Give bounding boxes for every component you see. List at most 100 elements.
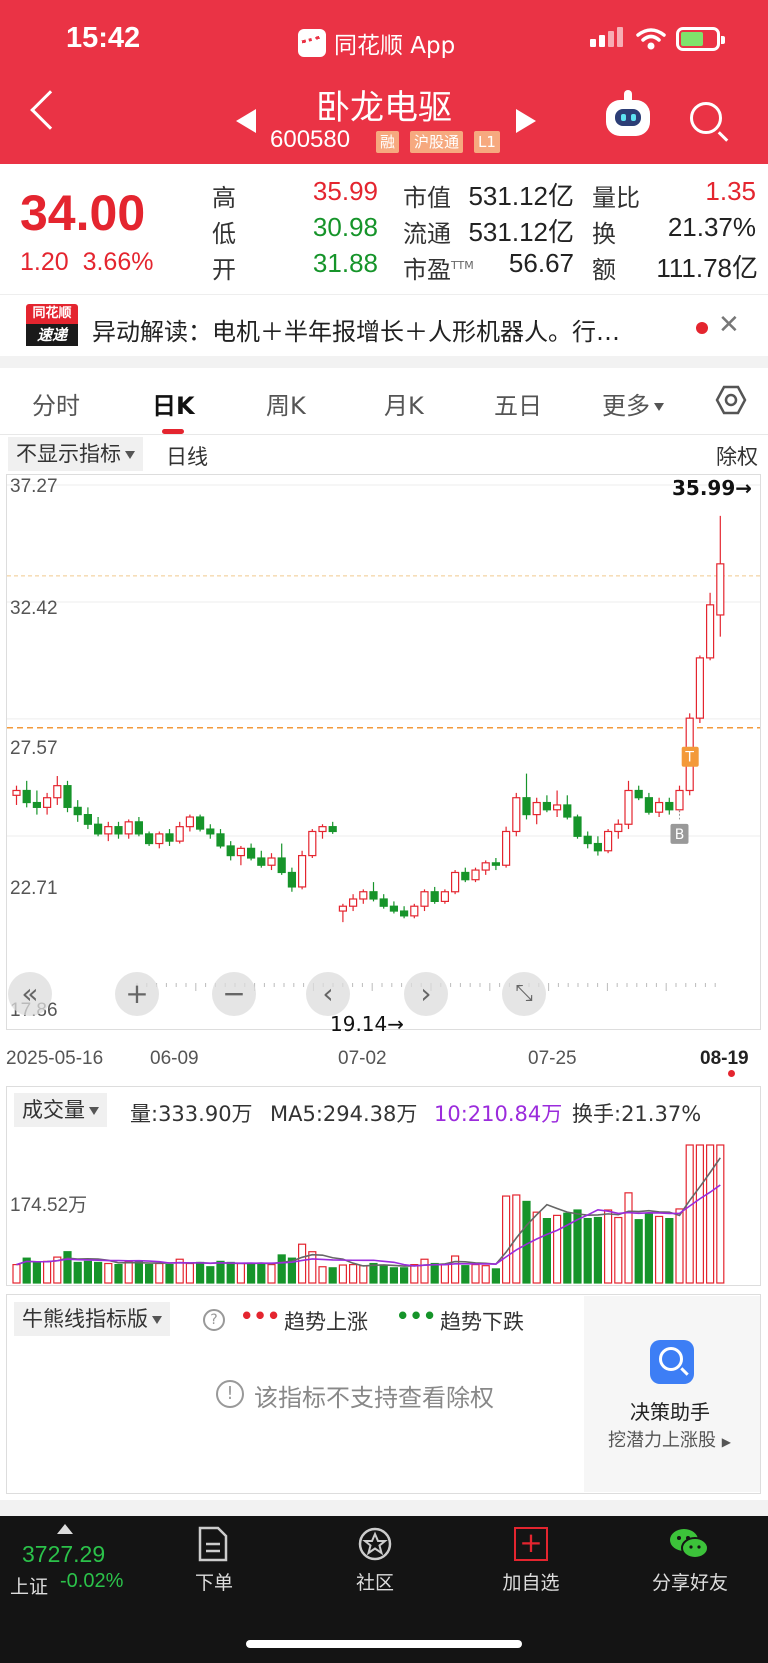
volume-bar [705,1144,715,1284]
candle [349,898,358,907]
candle [216,833,225,847]
app-logo-icon [298,29,326,57]
open-value: 31.88 [312,248,378,278]
candle [695,657,705,719]
volume-y-tick: 174.52万 [10,1195,88,1216]
volume-bar [542,1218,552,1284]
add-watchlist-icon[interactable]: + [514,1527,548,1561]
volume-bar [216,1260,225,1284]
assistant-title: 决策助手 [630,1400,710,1424]
candle [226,845,235,857]
search-icon[interactable] [690,102,722,134]
status-app[interactable]: 同花顺 App [298,26,455,60]
candle [134,821,143,835]
volume-bar [359,1265,368,1284]
tab-more[interactable]: 更多 [602,386,664,421]
decision-assistant-icon [650,1340,694,1384]
wechat-icon[interactable] [668,1526,710,1562]
tab-monthly-k[interactable]: 月K [384,386,424,421]
zoom-out-icon[interactable]: − [212,972,256,1016]
candle [32,801,41,808]
pe-label-text: 市盈 [403,256,451,284]
volume-bar [481,1265,490,1284]
volume-bar [298,1243,307,1284]
volume-bar [236,1262,245,1284]
indicator-version-label: 牛熊线指标版 [22,1307,148,1331]
period-label: 日线 [166,445,208,469]
separator-bottom [0,1500,768,1516]
robot-assistant-icon[interactable] [606,90,650,136]
help-icon[interactable]: ? [203,1309,225,1331]
volume-bar [379,1265,388,1284]
turnover-value: 21.37% [667,212,756,242]
nav-community[interactable]: 社区 [342,1568,408,1595]
index-value[interactable]: 3727.29 [22,1541,105,1568]
fullscreen-icon[interactable]: ⤡ [502,972,546,1016]
candle [512,797,521,833]
volume-bar [634,1219,643,1284]
kline-chart[interactable]: TB [6,474,761,1030]
candle [644,797,654,813]
candle [338,905,347,912]
volume-bar [471,1264,480,1284]
scroll-left-icon[interactable]: ‹ [306,972,350,1016]
candle [298,854,307,888]
date-1: 06-09 [150,1048,199,1069]
decision-assistant-card[interactable] [584,1296,760,1492]
volume-ma5: MA5:294.38万 [270,1102,418,1126]
tab-intraday[interactable]: 分时 [32,386,80,421]
candle [420,891,429,907]
status-icons [590,27,725,51]
volume-bar [104,1262,113,1284]
trend-down-label: 趋势下跌 [440,1310,524,1334]
close-icon[interactable]: ✕ [718,310,740,340]
volume-bar [226,1261,235,1284]
news-text[interactable]: 异动解读：电机＋半年报增长＋人形机器人。行… [92,312,620,347]
volume-bar [583,1218,592,1284]
nav-add-watchlist[interactable]: 加自选 [492,1568,570,1595]
community-star-icon[interactable] [356,1526,394,1562]
nav-order[interactable]: 下单 [182,1568,246,1595]
y-tick-0: 37.27 [10,476,58,497]
candle [175,826,184,842]
tab-weekly-k[interactable]: 周K [266,386,306,421]
scroll-right-icon[interactable]: › [404,972,448,1016]
candle [236,847,245,857]
candle [552,804,562,811]
rewind-icon[interactable]: « [8,972,52,1016]
pe-value: 56.67 [508,248,574,278]
candle [593,842,603,852]
low-marker-label: 19.14→ [330,1012,405,1036]
volume-bar [12,1264,21,1284]
candle [665,801,674,811]
indicator-version-select[interactable]: 牛熊线指标版 [14,1302,170,1336]
low-value: 30.98 [312,212,378,242]
nav-share[interactable]: 分享好友 [640,1568,740,1595]
volume-bar [328,1267,337,1284]
next-stock-icon[interactable] [516,109,536,133]
separator [0,356,768,368]
caret-down-icon [125,451,135,459]
last-price: 34.00 [20,185,146,241]
open-label: 开 [212,256,236,284]
tab-daily-k[interactable]: 日K [152,386,195,421]
y-tick-1: 32.42 [10,598,58,619]
unsupported-text: 该指标不支持查看除权 [254,1384,494,1412]
news-logo-top: 同花顺 [26,304,78,324]
volume-select[interactable]: 成交量 [14,1093,107,1127]
volume-bar [185,1262,194,1284]
zoom-in-icon[interactable]: + [115,972,159,1016]
order-document-icon[interactable] [196,1526,230,1562]
settings-hexagon-icon[interactable] [715,384,747,416]
candle [440,891,449,903]
trend-up-label: 趋势上涨 [284,1310,368,1334]
volume-turnover: 换手:21.37% [572,1102,702,1126]
volume-bar [32,1261,41,1284]
adjust-label[interactable]: 除权 [716,441,758,471]
volume-bar [257,1264,266,1284]
indicator-select[interactable]: 不显示指标 [8,437,143,471]
candle [583,835,592,845]
volume-bar [716,1144,725,1284]
volume-bar [491,1268,500,1284]
tab-five-day[interactable]: 五日 [494,386,542,421]
